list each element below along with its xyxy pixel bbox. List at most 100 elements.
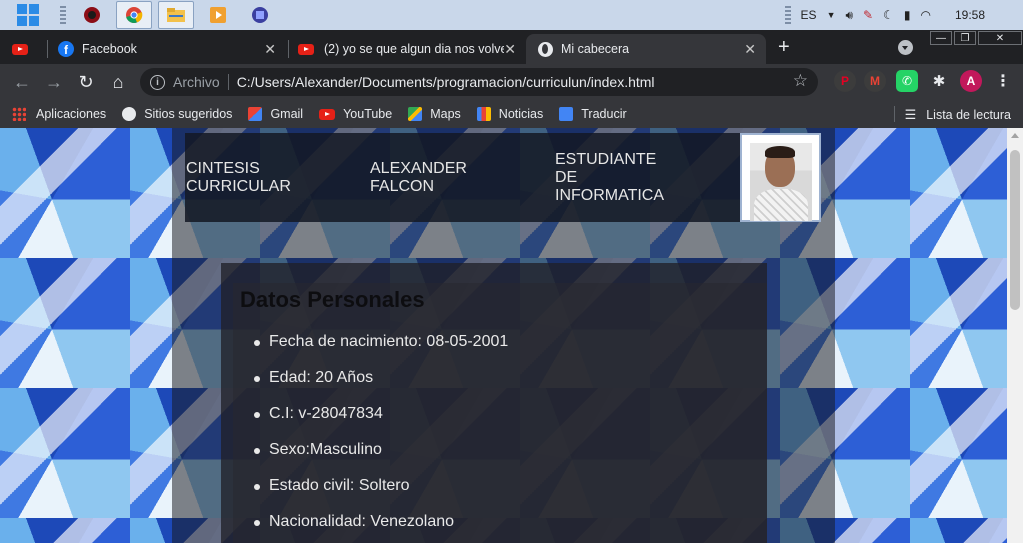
profile-avatar[interactable]: A — [960, 70, 982, 92]
omnibox-separator — [227, 74, 229, 90]
tab-separator — [288, 40, 289, 58]
taskbar-chrome-icon[interactable] — [116, 1, 152, 29]
bookmark-maps[interactable]: Maps — [408, 107, 461, 121]
chrome-menu-icon[interactable]: ⋮ — [992, 70, 1014, 92]
window-controls: — ❐ ✕ — [928, 31, 1022, 47]
whatsapp-extension-icon[interactable]: ✆ — [896, 70, 918, 92]
minimize-icon[interactable]: — — [930, 31, 952, 45]
news-icon — [476, 107, 491, 121]
new-tab-button[interactable]: + — [778, 36, 790, 59]
page-header: CINTESIS CURRICULAR ALEXANDER FALCON EST… — [185, 133, 821, 222]
globe-icon — [538, 41, 553, 57]
header-title: CINTESIS CURRICULAR — [186, 160, 291, 195]
maps-icon — [408, 107, 423, 121]
tab-search-icon[interactable] — [898, 40, 913, 55]
tray-expand-icon[interactable]: ▼ — [827, 10, 836, 20]
gmail-icon — [248, 107, 263, 121]
bookmark-traducir[interactable]: Traducir — [559, 107, 627, 121]
site-info-icon[interactable]: i — [150, 74, 165, 90]
clock[interactable]: 19:58 — [955, 8, 985, 22]
tab-title: Facebook — [82, 42, 137, 56]
tab-strip: f Facebook ✕ (2) yo se que algun dia nos… — [0, 30, 1023, 64]
bookmark-label: Sitios sugeridos — [144, 107, 233, 121]
gmail-extension-icon[interactable]: M — [864, 70, 886, 92]
header-occupation: ESTUDIANTE DE INFORMATICA — [555, 151, 665, 204]
start-button[interactable] — [10, 1, 46, 29]
profile-photo-image — [750, 143, 812, 221]
wifi-icon[interactable]: ◠ — [920, 8, 930, 22]
pinterest-extension-icon[interactable]: P — [834, 70, 856, 92]
restore-icon[interactable]: ❐ — [954, 31, 976, 45]
youtube-icon — [319, 108, 336, 120]
home-button[interactable]: ⌂ — [102, 66, 134, 98]
taskbar-app-blue-icon[interactable] — [242, 1, 278, 29]
bookmarks-separator — [894, 106, 895, 122]
close-tab-icon[interactable]: ✕ — [264, 41, 276, 58]
bookmark-gmail[interactable]: Gmail — [248, 107, 303, 121]
windows-taskbar: ES ▼ 🔊︎ ✎ ☾ ▮ ◠ 19:58 — [0, 0, 1023, 30]
taskbar-app-red-icon[interactable] — [74, 1, 110, 29]
globe-icon — [122, 107, 137, 121]
bookmark-apps[interactable]: Aplicaciones — [12, 107, 106, 121]
list-item: Nacionalidad: Venezolano — [240, 512, 508, 543]
facebook-icon: f — [58, 41, 74, 57]
url-text[interactable]: C:/Users/Alexander/Documents/programacio… — [237, 74, 655, 90]
bookmark-label: YouTube — [343, 107, 393, 121]
translate-icon — [559, 107, 574, 121]
tab-separator — [47, 40, 48, 58]
tab-youtube-pinned[interactable] — [12, 34, 42, 64]
list-item: C.I: v-28047834 — [240, 404, 508, 440]
scroll-thumb[interactable] — [1010, 150, 1020, 310]
apps-grid-icon — [12, 107, 26, 121]
list-item: Estado civil: Soltero — [240, 476, 508, 512]
reading-list-label: Lista de lectura — [926, 108, 1011, 122]
page-viewport: CINTESIS CURRICULAR ALEXANDER FALCON EST… — [0, 128, 1007, 543]
language-indicator[interactable]: ES — [801, 8, 817, 22]
tray-grip — [784, 6, 791, 24]
tab-title: (2) yo se que algun dia nos volve — [324, 42, 504, 56]
header-name: ALEXANDER FALCON — [370, 160, 467, 195]
back-button[interactable]: ← — [6, 66, 38, 98]
address-bar[interactable]: i Archivo C:/Users/Alexander/Documents/p… — [140, 68, 818, 96]
windows-logo-icon — [17, 4, 39, 26]
bookmark-youtube[interactable]: YouTube — [319, 107, 392, 121]
taskbar-media-player-icon[interactable] — [200, 1, 236, 29]
list-item: Edad: 20 Años — [240, 368, 508, 404]
bookmark-star-icon[interactable]: ☆ — [793, 71, 808, 91]
vertical-scrollbar[interactable] — [1007, 128, 1023, 543]
bookmark-label: Gmail — [270, 107, 304, 121]
bookmark-sitios-sugeridos[interactable]: Sitios sugeridos — [122, 107, 232, 121]
scheme-label: Archivo — [173, 74, 220, 90]
youtube-icon — [298, 43, 314, 55]
list-item: Sexo:Masculino — [240, 440, 508, 476]
scroll-up-arrow-icon[interactable] — [1011, 133, 1019, 138]
tab-title: Mi cabecera — [561, 42, 630, 56]
youtube-icon — [12, 43, 28, 55]
app-tray-icon[interactable]: ✎ — [863, 8, 873, 22]
system-tray: ES ▼ 🔊︎ ✎ ☾ ▮ ◠ 19:58 — [784, 0, 1023, 30]
taskbar-grip — [60, 6, 66, 24]
night-mode-icon[interactable]: ☾ — [883, 8, 894, 22]
personal-data-list: Fecha de nacimiento: 08-05-2001 Edad: 20… — [240, 332, 508, 543]
extensions-puzzle-icon[interactable]: ✱ — [928, 70, 950, 92]
tab-facebook[interactable]: f Facebook ✕ — [58, 34, 286, 64]
forward-button[interactable]: → — [38, 66, 70, 98]
battery-icon[interactable]: ▮ — [904, 8, 911, 22]
close-window-icon[interactable]: ✕ — [978, 31, 1022, 45]
close-tab-icon[interactable]: ✕ — [744, 41, 756, 58]
tab-youtube-video[interactable]: (2) yo se que algun dia nos volve ✕ — [298, 34, 526, 64]
bookmark-label: Maps — [430, 107, 461, 121]
reading-list-icon: ☰ — [904, 107, 917, 122]
volume-icon[interactable]: 🔊︎ — [845, 8, 853, 23]
bookmarks-bar: Aplicaciones Sitios sugeridos Gmail YouT… — [0, 100, 1023, 128]
section-title: Datos Personales — [240, 287, 425, 312]
reload-button[interactable]: ↻ — [70, 66, 102, 98]
reading-list[interactable]: ☰ Lista de lectura — [905, 107, 1011, 123]
tab-mi-cabecera[interactable]: Mi cabecera ✕ — [526, 34, 766, 64]
list-item: Fecha de nacimiento: 08-05-2001 — [240, 332, 508, 368]
bookmark-noticias[interactable]: Noticias — [476, 107, 544, 121]
profile-photo — [740, 133, 821, 222]
bookmark-label: Noticias — [498, 107, 544, 121]
taskbar-file-explorer-icon[interactable] — [158, 1, 194, 29]
close-tab-icon[interactable]: ✕ — [504, 41, 516, 58]
